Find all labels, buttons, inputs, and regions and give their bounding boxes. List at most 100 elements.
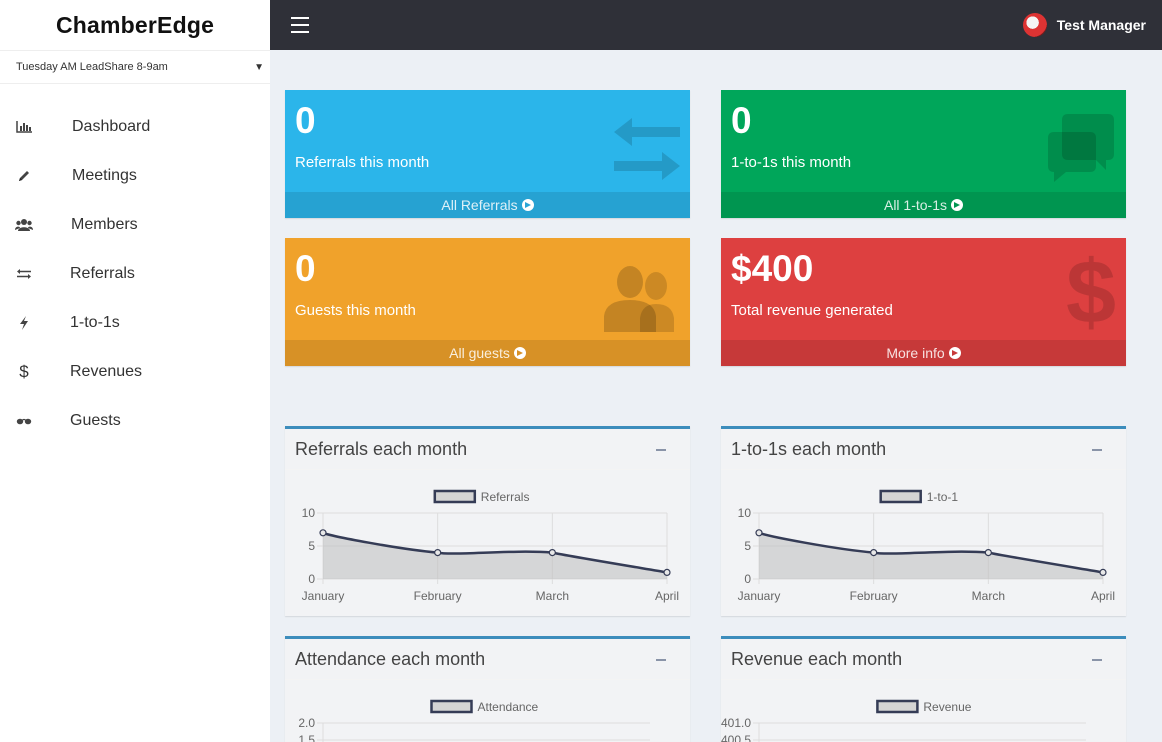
legend-swatch[interactable] [433, 489, 477, 504]
avatar [1022, 13, 1047, 37]
sidebar-item-members[interactable]: Members [0, 200, 270, 249]
data-point[interactable] [984, 548, 992, 557]
stat-value: 0 [295, 100, 316, 141]
one-to-ones-line-chart: 1-to-1 10 5 0 January February March April [738, 489, 1115, 603]
attendance-line-chart: Attendance 2.0 1.5 [298, 699, 650, 742]
legend-label: 1-to-1 [927, 490, 959, 504]
data-point[interactable] [434, 548, 442, 557]
link-label: All 1-to-1s [883, 197, 948, 213]
users-icon [604, 266, 674, 332]
legend-swatch[interactable] [879, 489, 922, 504]
stat-label: Total revenue generated [731, 302, 893, 319]
x-tick-label: March [536, 589, 569, 603]
caret-down-icon: ▼ [254, 61, 264, 73]
more-info-link[interactable]: More info [721, 340, 1126, 366]
referrals-chart-panel: Referrals each month Referrals 10 5 0 Januar… [285, 426, 690, 616]
data-point[interactable] [663, 568, 671, 577]
sidebar-item-revenues[interactable]: $ Revenues [0, 347, 270, 396]
x-tick-label: January [302, 589, 345, 603]
menu-toggle-icon[interactable] [291, 17, 309, 33]
panel-title: Revenue each month [731, 649, 903, 669]
collapse-icon[interactable] [656, 449, 666, 451]
referrals-line-chart: Referrals 10 5 0 January February March April [302, 489, 679, 603]
y-tick-label: 5 [744, 539, 751, 553]
sidebar-item-label: Members [71, 215, 138, 233]
user-name: Test Manager [1056, 17, 1146, 33]
y-tick-label: 10 [738, 506, 752, 520]
stat-label: Referrals this month [295, 154, 430, 171]
y-tick-label: 0 [308, 572, 315, 586]
sidebar-item-meetings[interactable]: Meetings [0, 151, 270, 200]
collapse-icon[interactable] [1092, 659, 1102, 661]
top-navbar: Test Manager [270, 0, 1162, 50]
stat-value: $400 [731, 248, 814, 289]
bar-chart-icon [14, 117, 34, 137]
all-1-to-1s-link[interactable]: All 1-to-1s [721, 192, 1126, 218]
stat-value: 0 [295, 248, 316, 289]
dollar-icon: $ [19, 361, 29, 381]
x-tick-label: April [655, 589, 679, 603]
dollar-icon: $ [1065, 243, 1116, 343]
data-point[interactable] [548, 548, 556, 557]
sidebar-item-label: Dashboard [72, 117, 151, 135]
link-label: All guests [449, 345, 510, 361]
exchange-icon [614, 118, 680, 180]
arrow-circle-right-icon [513, 347, 526, 359]
legend-label: Referrals [481, 490, 530, 504]
sidebar-item-guests[interactable]: Guests [0, 396, 270, 445]
legend-swatch[interactable] [430, 699, 473, 714]
legend-label: Revenue [923, 700, 971, 714]
y-tick-label: 1.5 [298, 733, 315, 742]
panel-title: Attendance each month [295, 649, 486, 669]
panel-title: Referrals each month [295, 439, 468, 459]
link-label: All Referrals [441, 197, 518, 213]
series-area [323, 532, 667, 579]
y-tick-label: 10 [302, 506, 316, 520]
revenue-line-chart: Revenue 401.0 400.5 [721, 699, 1086, 742]
sidebar-item-1-to-1s[interactable]: 1-to-1s [0, 298, 270, 347]
sidebar-item-dashboard[interactable]: Dashboard [0, 102, 270, 151]
legend-swatch[interactable] [876, 699, 919, 714]
main-content: 0 Referrals this month All Referrals 0 1… [270, 50, 1162, 742]
link-label: More info [886, 345, 945, 361]
legend-label: Attendance [478, 700, 539, 714]
pencil-icon [14, 166, 34, 186]
all-guests-link[interactable]: All guests [285, 340, 690, 366]
sidebar-item-referrals[interactable]: Referrals [0, 249, 270, 298]
collapse-icon[interactable] [656, 659, 666, 661]
stat-label: Guests this month [295, 302, 416, 319]
sidebar: ChamberEdge Tuesday AM LeadShare 8-9am ▼… [0, 0, 270, 742]
data-point[interactable] [870, 548, 878, 557]
sidebar-item-label: Meetings [72, 166, 137, 184]
x-tick-label: January [738, 589, 781, 603]
x-tick-label: March [972, 589, 1005, 603]
x-tick-label: February [414, 589, 462, 603]
arrow-circle-right-icon [948, 347, 961, 359]
data-point[interactable] [319, 529, 327, 537]
exchange-icon [14, 264, 34, 284]
sidebar-nav: Dashboard Meetings Members Referrals 1-t… [0, 102, 270, 445]
all-referrals-link[interactable]: All Referrals [285, 192, 690, 218]
y-tick-label: 2.0 [298, 716, 315, 730]
group-selector[interactable]: Tuesday AM LeadShare 8-9am ▼ [0, 50, 270, 84]
collapse-icon[interactable] [1092, 449, 1102, 451]
arrow-circle-right-icon [521, 199, 534, 211]
app-logo[interactable]: ChamberEdge [0, 0, 270, 50]
sidebar-item-label: 1-to-1s [70, 313, 120, 331]
sidebar-item-label: Guests [70, 411, 121, 429]
data-point[interactable] [755, 529, 763, 537]
arrow-circle-right-icon [951, 199, 964, 211]
stat-label: 1-to-1s this month [731, 154, 852, 171]
y-tick-label: 401.0 [721, 716, 751, 730]
attendance-chart-panel: Attendance each month Attendance 2.0 1.5 [285, 636, 690, 742]
y-tick-label: 5 [308, 539, 315, 553]
guests-stat-box: 0 Guests this month All guests [285, 238, 690, 366]
y-tick-label: 0 [744, 572, 751, 586]
series-area [759, 532, 1103, 579]
data-point[interactable] [1099, 568, 1107, 577]
group-selector-value: Tuesday AM LeadShare 8-9am [16, 61, 168, 73]
comments-icon [1048, 114, 1114, 182]
referrals-stat-box: 0 Referrals this month All Referrals [285, 90, 690, 218]
stat-value: 0 [731, 100, 752, 141]
user-menu[interactable]: Test Manager [1022, 13, 1146, 37]
